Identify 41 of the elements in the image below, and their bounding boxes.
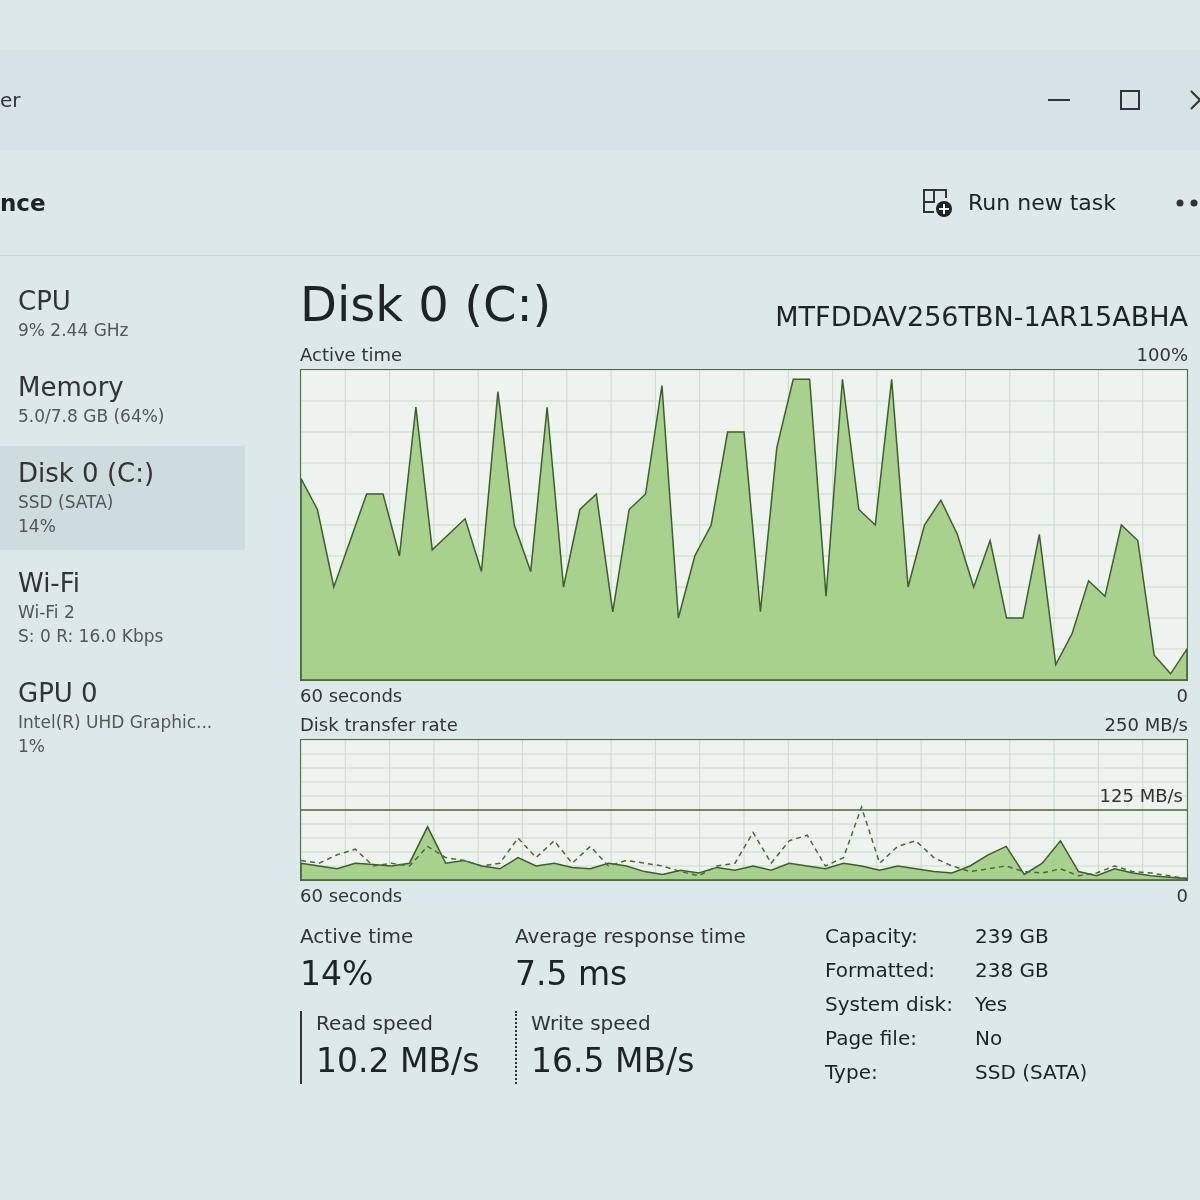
scale-label: 125 MB/s [1099, 784, 1183, 806]
scale-label: 0 [1176, 685, 1188, 706]
property-value: 238 GB [975, 958, 1050, 982]
stat-label: Read speed [316, 1011, 435, 1035]
scale-label: 250 MB/s [1104, 714, 1188, 735]
window-title: er [0, 88, 21, 112]
property-label: System disk: [825, 992, 954, 1016]
scale-label: 100% [1136, 344, 1188, 365]
property-value: Yes [975, 992, 1009, 1016]
sidebar-item[interactable]: Wi-Fi Wi-Fi 2 S: 0 R: 16.0 Kbps [0, 556, 245, 660]
more-icon [1176, 198, 1200, 207]
sidebar-item[interactable]: Memory 5.0/7.8 GB (64%) [0, 360, 245, 440]
sidebar-item[interactable]: Disk 0 (C:) SSD (SATA) 14% [0, 446, 245, 550]
scale-label: 0 [1176, 885, 1188, 906]
property-label: Capacity: [825, 924, 919, 948]
stat-value: 14% [300, 954, 375, 993]
window-plus-icon [922, 187, 955, 218]
maximize-icon [1120, 90, 1140, 110]
property-label: Formatted: [825, 958, 937, 982]
run-new-task-button[interactable]: Run new task [912, 181, 1126, 224]
sidebar-item[interactable]: CPU 9% 2.44 GHz [0, 274, 245, 354]
disk-title: Disk 0 (C:) [300, 276, 552, 332]
stat-label: Active time [300, 924, 415, 948]
stat-label: Write speed [531, 1011, 652, 1035]
property-value: No [975, 1026, 1004, 1050]
stat-label: Average response time [515, 924, 747, 948]
minimize-icon [1048, 98, 1070, 102]
property-value: SSD (SATA) [975, 1060, 1088, 1084]
stat-value: 10.2 MB/s [316, 1041, 481, 1080]
time-span-label: 60 seconds [300, 685, 403, 706]
graph-title: Active time [300, 344, 403, 365]
property-label: Type: [825, 1060, 879, 1084]
page-title: nce [0, 189, 46, 216]
stat-value: 7.5 ms [515, 954, 629, 993]
sidebar-item[interactable]: GPU 0 Intel(R) UHD Graphic... 1% [0, 666, 245, 770]
disk-model: MTFDDAV256TBN-1AR15ABHA [775, 301, 1188, 332]
graph-title: Disk transfer rate [300, 714, 458, 735]
stat-value: 16.5 MB/s [531, 1041, 696, 1080]
property-label: Page file: [825, 1026, 918, 1050]
property-value: 239 GB [975, 924, 1050, 948]
time-span-label: 60 seconds [300, 885, 403, 906]
